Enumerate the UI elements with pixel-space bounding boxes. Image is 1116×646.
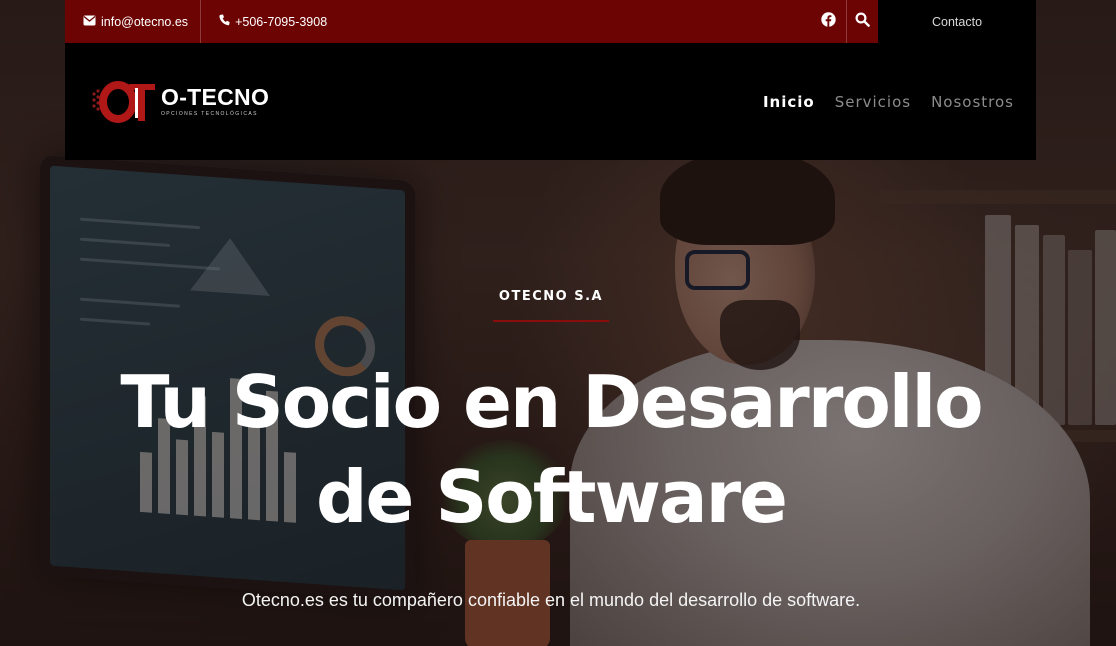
hero-eyebrow: OTECNO S.A <box>498 289 604 304</box>
hero-subtitle: Otecno.es es tu compañero confiable en e… <box>241 590 861 610</box>
hero-divider <box>493 320 609 322</box>
hero-section: OTECNO S.A Tu Socio en Desarrollo de Sof… <box>0 0 1116 646</box>
hero-headline: Tu Socio en Desarrollo de Software <box>120 360 983 539</box>
